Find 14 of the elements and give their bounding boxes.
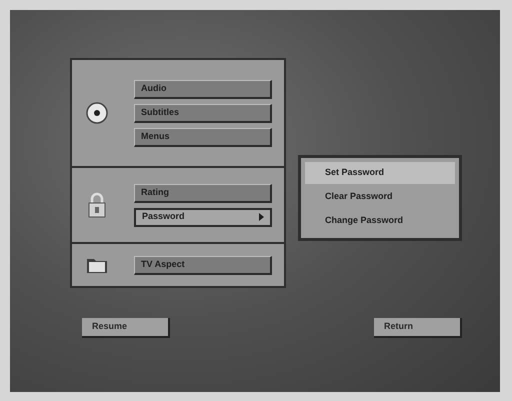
menu-item[interactable]: Rating — [134, 184, 272, 202]
disc-icon — [86, 102, 108, 124]
submenu-item[interactable]: Clear Password — [305, 186, 455, 208]
menu-button[interactable]: Return — [374, 318, 462, 338]
submenu-item[interactable]: Change Password — [305, 210, 455, 232]
menu-button[interactable]: Resume — [82, 318, 170, 338]
menu-item[interactable]: Subtitles — [134, 104, 272, 122]
menu-item[interactable]: Password — [134, 208, 272, 226]
menu-item[interactable]: Menus — [134, 128, 272, 146]
menu-item[interactable]: Audio — [134, 80, 272, 98]
menu-item[interactable]: TV Aspect — [134, 256, 272, 274]
submenu-item[interactable]: Set Password — [305, 162, 455, 184]
padlock-icon — [88, 192, 106, 218]
folder-icon — [86, 256, 108, 274]
